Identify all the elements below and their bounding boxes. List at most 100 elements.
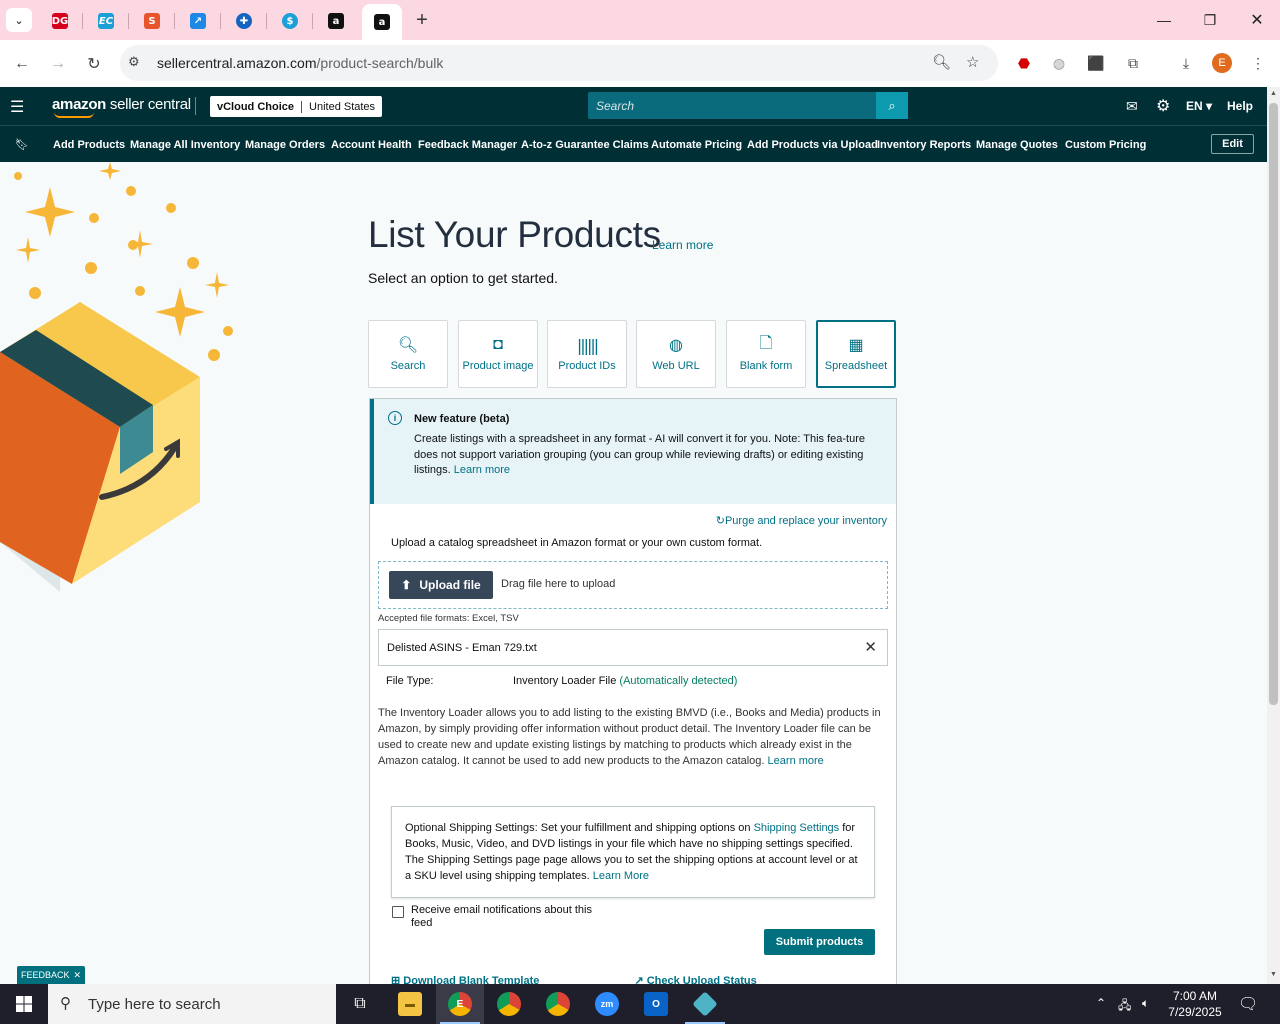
forward-arrow-icon[interactable]: → — [44, 50, 72, 78]
file-type-label: File Type: — [386, 675, 434, 687]
browser-menu-icon[interactable]: ⋮ — [1246, 51, 1270, 75]
feedback-tab[interactable]: FEEDBACK ✕ — [17, 966, 85, 984]
barcode-icon: |||||| — [576, 335, 599, 355]
check-upload-status-link[interactable]: ↗ Check Upload Status — [634, 975, 802, 984]
nav-account-health[interactable]: Account Health — [331, 139, 412, 151]
pdf-extension-icon[interactable]: ⬛ — [1084, 51, 1108, 75]
download-template-link[interactable]: ⊞ Download Blank Template — [391, 975, 585, 984]
scroll-up-icon[interactable]: ▲ — [1270, 90, 1277, 97]
browser-tab[interactable]: ✚ — [229, 8, 259, 34]
learn-more-link[interactable]: Learn more — [652, 238, 713, 252]
browser-tab[interactable]: DG — [45, 8, 75, 34]
search-plus-icon: 🔍︎ — [397, 337, 419, 354]
reload-icon[interactable]: ↻ — [80, 50, 108, 78]
nav-feedback-manager[interactable]: Feedback Manager — [418, 139, 517, 151]
site-info-icon[interactable]: ⚙ — [128, 54, 140, 70]
nav-add-products[interactable]: Add Products — [53, 139, 125, 151]
back-arrow-icon[interactable]: ← — [8, 50, 36, 78]
beta-learn-more-link[interactable]: Learn more — [454, 464, 510, 476]
globe-extension-icon[interactable]: ◍ — [1047, 51, 1071, 75]
search-icon[interactable]: ⌕ — [876, 92, 908, 119]
nav-inventory-reports[interactable]: Inventory Reports — [877, 139, 971, 151]
email-notification-checkbox[interactable] — [392, 906, 404, 918]
page-scrollbar[interactable]: ▲ ▼ — [1267, 87, 1280, 984]
beta-info-banner: i New feature (beta) Create listings wit… — [370, 399, 896, 504]
extensions-puzzle-icon[interactable]: ⧉ — [1121, 51, 1145, 75]
bookmark-star-icon[interactable]: ☆ — [966, 53, 979, 71]
browser-tab[interactable]: a — [321, 8, 351, 34]
file-explorer-icon[interactable]: ▬ — [386, 984, 434, 1024]
help-link[interactable]: Help — [1227, 99, 1253, 113]
minimize-icon[interactable]: — — [1141, 0, 1187, 40]
amazon-smile-icon — [54, 112, 94, 118]
seller-search-input[interactable]: Search — [588, 92, 878, 119]
nav-manage-orders[interactable]: Manage Orders — [245, 139, 325, 151]
nav-automate-pricing[interactable]: Automate Pricing — [651, 139, 742, 151]
email-notification-label[interactable]: Receive email notifications about this f… — [411, 904, 611, 930]
chrome-profile-e-icon[interactable]: E — [436, 984, 484, 1024]
download-icon[interactable]: ⤓ — [1174, 51, 1198, 75]
option-product-image[interactable]: ◘ Product image — [458, 320, 538, 388]
edit-nav-button[interactable]: Edit — [1211, 134, 1254, 154]
new-tab-button[interactable]: + — [410, 8, 434, 32]
scroll-down-icon[interactable]: ▼ — [1270, 971, 1277, 978]
volume-icon[interactable]: 🔈︎ — [1142, 996, 1149, 1011]
nav-a-to-z-claims[interactable]: A-to-z Guarantee Claims — [521, 139, 649, 151]
tray-chevron-icon[interactable]: ⌃ — [1096, 996, 1106, 1010]
store-switcher[interactable]: vCloud Choice United States — [210, 96, 383, 117]
browser-tab-active[interactable]: a — [362, 4, 402, 40]
url-text[interactable]: sellercentral.amazon.com/product-search/… — [157, 55, 443, 71]
taskbar-clock[interactable]: 7:00 AM 7/29/2025 — [1160, 988, 1230, 1020]
restore-icon[interactable]: ❐ — [1187, 0, 1233, 40]
submit-products-button[interactable]: Submit products — [764, 929, 875, 955]
notification-center-icon[interactable]: 🗨︎ — [1238, 994, 1258, 1014]
language-selector[interactable]: EN ▾ — [1186, 99, 1212, 113]
shipping-settings-link[interactable]: Shipping Settings — [754, 822, 840, 834]
shipping-learn-more-link[interactable]: Learn More — [593, 870, 649, 882]
purge-inventory-link[interactable]: ↻Purge and replace your inventory — [716, 514, 887, 527]
windows-start-icon[interactable] — [0, 984, 48, 1024]
bookmark-icon[interactable]: 🔖︎ — [15, 138, 29, 151]
remote-desktop-icon[interactable] — [681, 984, 729, 1024]
close-window-icon[interactable]: ✕ — [1234, 0, 1280, 40]
zoom-magnifier-icon[interactable]: 🔍︎ — [932, 53, 951, 71]
browser-tab[interactable]: $ — [275, 8, 305, 34]
upload-file-button[interactable]: ⬆ Upload file — [389, 571, 493, 599]
option-search[interactable]: 🔍︎ Search — [368, 320, 448, 388]
nav-manage-quotes[interactable]: Manage Quotes — [976, 139, 1058, 151]
tab-search-dropdown[interactable]: ⌄ — [6, 8, 32, 32]
zoom-icon[interactable]: zm — [583, 984, 631, 1024]
close-icon[interactable]: ✕ — [73, 970, 81, 981]
file-dropzone[interactable]: ⬆ Upload file Drag file here to upload — [378, 561, 888, 609]
description-learn-more-link[interactable]: Learn more — [768, 755, 824, 767]
task-view-icon[interactable]: ⧉ — [336, 984, 384, 1024]
nav-custom-pricing[interactable]: Custom Pricing — [1065, 139, 1146, 151]
adblock-extension-icon[interactable]: ⬣ — [1012, 51, 1036, 75]
browser-tab[interactable]: ↗ — [183, 8, 213, 34]
network-icon[interactable]: 🖧︎ — [1118, 996, 1131, 1017]
seller-central-logo[interactable]: amazon seller central — [52, 96, 191, 118]
taskbar-search-input[interactable]: ⚲ Type here to search — [48, 984, 336, 1024]
browser-tab[interactable]: S — [137, 8, 167, 34]
nav-manage-all-inventory[interactable]: Manage All Inventory — [130, 139, 240, 151]
dollar-general-favicon-icon: DG — [52, 13, 68, 29]
tool-favicon-icon: ↗ — [190, 13, 206, 29]
option-product-ids[interactable]: |||||| Product IDs — [547, 320, 627, 388]
scrollbar-thumb[interactable] — [1269, 103, 1278, 705]
address-bar[interactable]: ⚙ sellercentral.amazon.com/product-searc… — [120, 45, 998, 81]
chrome-icon[interactable] — [485, 984, 533, 1024]
outlook-icon[interactable]: O — [632, 984, 680, 1024]
marketplace-name: United States — [309, 100, 376, 113]
option-blank-form[interactable]: 🗋 Blank form — [726, 320, 806, 388]
profile-avatar[interactable]: E — [1212, 53, 1232, 73]
nav-add-products-via-upload[interactable]: Add Products via Upload — [747, 139, 878, 151]
browser-tab[interactable]: EC — [91, 8, 121, 34]
option-web-url[interactable]: ◍ Web URL — [636, 320, 716, 388]
gear-icon[interactable]: ⚙ — [1156, 96, 1170, 116]
mail-icon[interactable]: ✉ — [1126, 98, 1138, 115]
option-spreadsheet[interactable]: ▦ Spreadsheet — [816, 320, 896, 388]
remove-file-close-icon[interactable]: ✕ — [864, 638, 877, 656]
chrome-icon[interactable] — [534, 984, 582, 1024]
camera-icon: ◘ — [493, 336, 503, 353]
hamburger-menu-icon[interactable]: ☰ — [10, 97, 24, 117]
